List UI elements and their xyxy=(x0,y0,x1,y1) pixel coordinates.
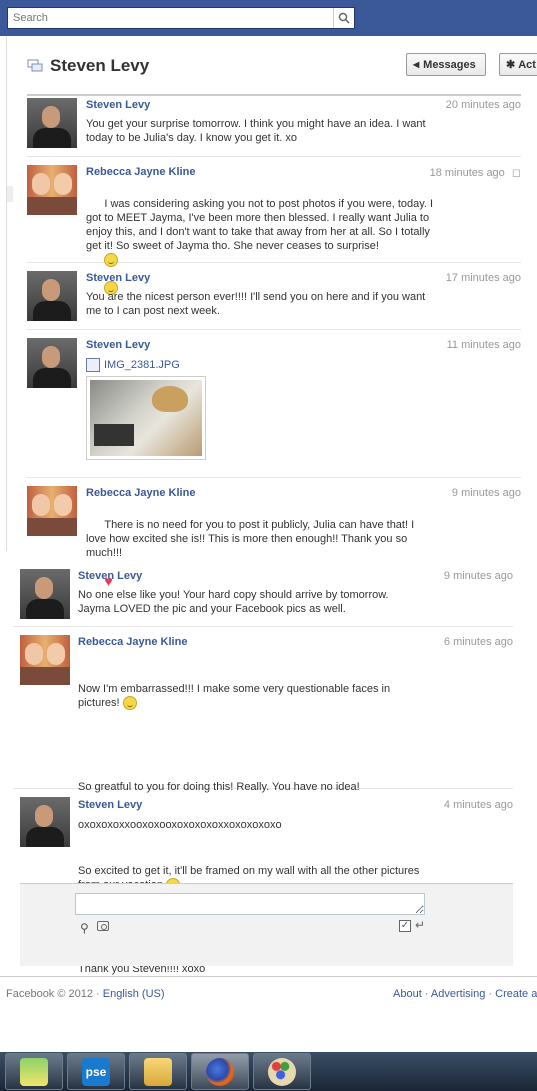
message-item: Steven Levy 17 minutes ago You are the n… xyxy=(27,263,521,330)
camera-icon[interactable] xyxy=(97,921,109,931)
paperclip-icon[interactable]: ⚲ xyxy=(80,921,89,935)
message-author[interactable]: Steven Levy xyxy=(86,272,150,284)
message-item: Steven Levy 4 minutes ago oxoxoxoxxooxox… xyxy=(13,789,513,853)
taskbar-file-explorer[interactable] xyxy=(129,1053,187,1090)
message-thread: Steven Levy ◀ Messages ✱ Act Steven Levy… xyxy=(6,36,537,588)
gear-icon: ✱ xyxy=(506,59,516,71)
folder-icon xyxy=(144,1057,172,1086)
top-bar xyxy=(0,0,537,36)
messages-button-label: Messages xyxy=(423,58,476,71)
thread-header: Steven Levy ◀ Messages ✱ Act xyxy=(7,36,537,94)
taskbar-photoshop-elements[interactable]: pse xyxy=(67,1053,125,1090)
message-text: No one else like you! Your hard copy sho… xyxy=(78,589,392,615)
language-link[interactable]: English (US) xyxy=(103,988,165,1000)
search-icon xyxy=(338,12,350,24)
message-time: 4 minutes ago xyxy=(443,799,513,811)
messages-back-button[interactable]: ◀ Messages xyxy=(406,53,486,76)
avatar[interactable] xyxy=(20,797,70,847)
avatar[interactable] xyxy=(27,486,77,536)
message-time: 17 minutes ago xyxy=(445,272,521,284)
page-footer: Facebook © 2012 · English (US) About · A… xyxy=(0,976,537,1016)
sticky-notes-icon xyxy=(20,1057,48,1086)
message-text: You are the nicest person ever!!!! I'll … xyxy=(86,291,429,317)
message-time: 11 minutes ago xyxy=(446,339,521,351)
create-page-link[interactable]: Create a xyxy=(495,988,537,1000)
message-time: 9 minutes ago xyxy=(451,487,521,499)
message-item: Steven Levy 11 minutes ago IMG_2381.JPG xyxy=(27,330,521,478)
message-time: 20 minutes ago xyxy=(445,99,521,111)
message-time: 6 minutes ago xyxy=(443,636,513,648)
message-author[interactable]: Steven Levy xyxy=(78,570,142,582)
firefox-icon xyxy=(206,1057,234,1086)
press-enter-checkbox[interactable]: ✓ xyxy=(399,920,411,932)
search-input[interactable] xyxy=(8,8,334,28)
message-item: Rebecca Jayne Kline 6 minutes ago Now I'… xyxy=(13,627,513,975)
message-time-text: 18 minutes ago xyxy=(429,167,505,179)
message-text: oxoxoxoxxooxoxooxoxoxoxoxxoxoxoxoxo xyxy=(78,819,282,831)
message-author[interactable]: Steven Levy xyxy=(78,799,142,811)
message-time: 18 minutes ago ◻ xyxy=(430,166,521,179)
avatar[interactable] xyxy=(20,569,70,619)
message-author[interactable]: Rebecca Jayne Kline xyxy=(86,166,195,178)
taskbar-paint[interactable] xyxy=(253,1053,311,1090)
search-box xyxy=(7,7,355,29)
avatar[interactable] xyxy=(27,98,77,148)
left-column-tab xyxy=(7,186,13,202)
avatar[interactable] xyxy=(27,338,77,388)
message-item: Steven Levy 9 minutes ago No one else li… xyxy=(13,561,513,627)
actions-button[interactable]: ✱ Act xyxy=(499,53,537,76)
message-author[interactable]: Rebecca Jayne Kline xyxy=(86,487,195,499)
reply-bubble-icon[interactable]: ◻ xyxy=(512,167,521,179)
message-thread-icon xyxy=(27,59,43,72)
footer-left: Facebook © 2012 · English (US) xyxy=(6,988,165,1000)
advertising-link[interactable]: Advertising xyxy=(431,988,485,1000)
photoshop-elements-icon: pse xyxy=(82,1057,110,1086)
message-text: You get your surprise tomorrow. I think … xyxy=(86,118,429,144)
os-taskbar: pse xyxy=(0,1052,537,1091)
message-time: 9 minutes ago xyxy=(443,570,513,582)
message-item: Rebecca Jayne Kline 18 minutes ago ◻ I w… xyxy=(27,157,521,296)
copyright-text: Facebook © 2012 · xyxy=(6,988,100,1000)
message-text-body: There is no need for you to post it publ… xyxy=(86,519,418,559)
thread-title: Steven Levy xyxy=(50,56,150,75)
attachment-filename: IMG_2381.JPG xyxy=(104,359,180,371)
enter-key-icon: ↵ xyxy=(415,918,426,932)
message-text-body: I was considering asking you not to post… xyxy=(86,198,437,252)
message-item: Rebecca Jayne Kline 9 minutes ago There … xyxy=(27,478,521,588)
about-link[interactable]: About xyxy=(393,988,422,1000)
avatar[interactable] xyxy=(27,165,77,215)
chevron-left-icon: ◀ xyxy=(413,60,420,69)
image-file-icon xyxy=(86,358,100,372)
actions-button-label: Act xyxy=(518,58,536,71)
smiley-emoticon xyxy=(122,696,137,711)
search-button[interactable] xyxy=(333,8,354,28)
message-item: Steven Levy 20 minutes ago You get your … xyxy=(27,96,521,157)
attachment-link[interactable]: IMG_2381.JPG xyxy=(86,358,180,372)
message-author[interactable]: Steven Levy xyxy=(86,99,150,111)
taskbar-firefox[interactable] xyxy=(191,1053,249,1090)
paint-palette-icon xyxy=(268,1057,296,1086)
footer-links: About · Advertising · Create a xyxy=(393,988,537,1000)
attachment-photo xyxy=(90,380,202,456)
avatar[interactable] xyxy=(20,635,70,685)
reply-composer: ⚲ ✓ ↵ xyxy=(20,883,513,966)
attachment-thumbnail[interactable] xyxy=(86,376,206,460)
reply-input[interactable] xyxy=(75,893,425,915)
message-author[interactable]: Rebecca Jayne Kline xyxy=(78,636,187,648)
avatar[interactable] xyxy=(27,271,77,321)
taskbar-sticky-notes[interactable] xyxy=(5,1053,63,1090)
message-author[interactable]: Steven Levy xyxy=(86,339,150,351)
